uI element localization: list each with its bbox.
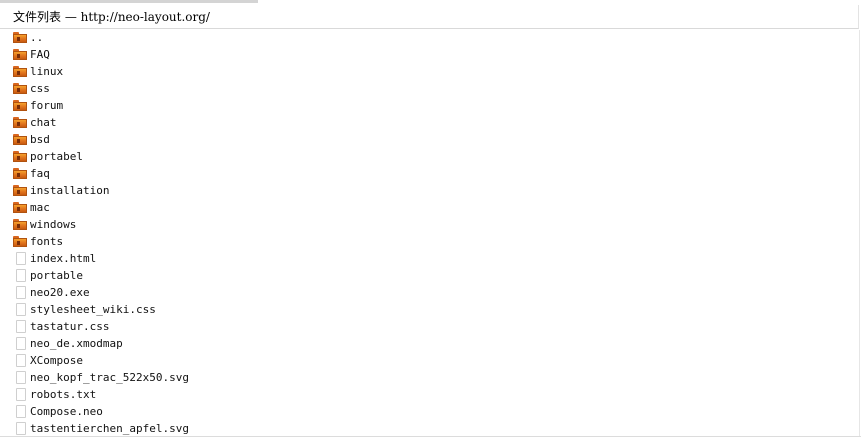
folder-link[interactable]: css — [12, 80, 852, 97]
folder-link[interactable]: portabel — [12, 148, 852, 165]
folder-icon — [12, 29, 29, 46]
file-list: .. FAQ linux css forum chat bsd portabel faq inst… — [12, 29, 852, 437]
file-list-window: 文件列表 — http://neo-layout.org/ .. FAQ linux… — [0, 0, 861, 437]
folder-icon — [12, 165, 29, 182]
file-link[interactable]: portable — [12, 267, 852, 284]
folder-link[interactable]: installation — [12, 182, 852, 199]
file-link[interactable]: neo20.exe — [12, 284, 852, 301]
entry-name[interactable]: .. — [29, 29, 43, 46]
entry-name[interactable]: faq — [29, 165, 50, 182]
entry-name[interactable]: XCompose — [29, 352, 83, 369]
folder-icon — [12, 97, 29, 114]
header-bar: 文件列表 — http://neo-layout.org/ — [0, 5, 859, 29]
folder-link[interactable]: chat — [12, 114, 852, 131]
entry-name[interactable]: portabel — [29, 148, 83, 165]
entry-name[interactable]: linux — [29, 63, 63, 80]
file-icon — [12, 250, 29, 267]
folder-icon — [12, 233, 29, 250]
folder-icon — [12, 216, 29, 233]
entry-name[interactable]: FAQ — [29, 46, 50, 63]
folder-icon — [12, 182, 29, 199]
entry-name[interactable]: neo_de.xmodmap — [29, 335, 123, 352]
file-icon — [12, 335, 29, 352]
page-title: 文件列表 — http://neo-layout.org/ — [13, 10, 210, 24]
entry-name[interactable]: css — [29, 80, 50, 97]
file-icon — [12, 284, 29, 301]
folder-icon — [12, 80, 29, 97]
folder-link[interactable]: windows — [12, 216, 852, 233]
folder-icon — [12, 46, 29, 63]
file-icon — [12, 301, 29, 318]
entry-name[interactable]: windows — [29, 216, 76, 233]
entry-name[interactable]: tastatur.css — [29, 318, 109, 335]
folder-link[interactable]: .. — [12, 29, 852, 46]
file-link[interactable]: tastatur.css — [12, 318, 852, 335]
entry-name[interactable]: Compose.neo — [29, 403, 103, 420]
entry-name[interactable]: neo_kopf_trac_522x50.svg — [29, 369, 189, 386]
entry-name[interactable]: tastentierchen_apfel.svg — [29, 420, 189, 437]
file-link[interactable]: tastentierchen_apfel.svg — [12, 420, 852, 437]
entry-name[interactable]: stylesheet_wiki.css — [29, 301, 156, 318]
folder-link[interactable]: FAQ — [12, 46, 852, 63]
entry-name[interactable]: mac — [29, 199, 50, 216]
file-icon — [12, 369, 29, 386]
entry-name[interactable]: neo20.exe — [29, 284, 90, 301]
file-icon — [12, 318, 29, 335]
file-icon — [12, 352, 29, 369]
file-link[interactable]: XCompose — [12, 352, 852, 369]
file-link[interactable]: index.html — [12, 250, 852, 267]
file-link[interactable]: stylesheet_wiki.css — [12, 301, 852, 318]
folder-icon — [12, 114, 29, 131]
folder-link[interactable]: linux — [12, 63, 852, 80]
entry-name[interactable]: chat — [29, 114, 57, 131]
file-link[interactable]: Compose.neo — [12, 403, 852, 420]
file-icon — [12, 403, 29, 420]
entry-name[interactable]: robots.txt — [29, 386, 96, 403]
folder-link[interactable]: forum — [12, 97, 852, 114]
file-link[interactable]: robots.txt — [12, 386, 852, 403]
entry-name[interactable]: index.html — [29, 250, 96, 267]
folder-icon — [12, 63, 29, 80]
folder-icon — [12, 131, 29, 148]
entry-name[interactable]: installation — [29, 182, 109, 199]
file-link[interactable]: neo_kopf_trac_522x50.svg — [12, 369, 852, 386]
folder-link[interactable]: bsd — [12, 131, 852, 148]
entry-name[interactable]: bsd — [29, 131, 50, 148]
folder-icon — [12, 148, 29, 165]
folder-link[interactable]: mac — [12, 199, 852, 216]
file-link[interactable]: neo_de.xmodmap — [12, 335, 852, 352]
file-icon — [12, 420, 29, 437]
file-icon — [12, 267, 29, 284]
folder-link[interactable]: faq — [12, 165, 852, 182]
entry-name[interactable]: forum — [29, 97, 63, 114]
entry-name[interactable]: fonts — [29, 233, 63, 250]
folder-icon — [12, 199, 29, 216]
file-icon — [12, 386, 29, 403]
top-strip — [0, 0, 861, 3]
entry-name[interactable]: portable — [29, 267, 83, 284]
folder-link[interactable]: fonts — [12, 233, 852, 250]
right-border — [859, 30, 860, 437]
